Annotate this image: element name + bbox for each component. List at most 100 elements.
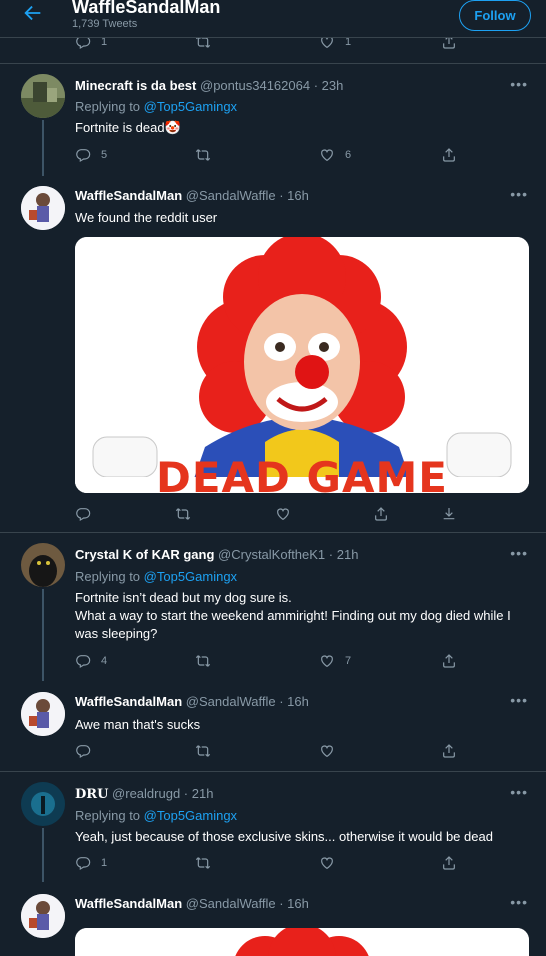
handle[interactable]: @pontus34162064 (200, 78, 310, 93)
download-button[interactable] (441, 506, 457, 522)
reply-icon (75, 743, 91, 759)
tweet[interactable]: WaffleSandalMan @SandalWaffle · 16h ••• … (0, 174, 546, 532)
dot-separator: · (180, 786, 192, 801)
display-name[interactable]: WaffleSandalMan (75, 896, 182, 911)
replying-to: Replying to @Top5Gamingx (75, 99, 238, 114)
timestamp[interactable]: 16h (287, 694, 309, 709)
retweet-button[interactable] (195, 855, 211, 871)
like-button[interactable] (275, 506, 291, 522)
tweet-actions (75, 506, 465, 524)
like-icon (319, 743, 335, 759)
more-options-icon[interactable]: ••• (510, 692, 528, 708)
retweet-button[interactable] (195, 653, 211, 669)
dot-separator: · (275, 896, 288, 911)
retweet-button[interactable] (195, 743, 211, 759)
like-button[interactable] (319, 743, 335, 759)
thread-line (42, 828, 44, 882)
handle[interactable]: @realdrugd (112, 786, 180, 801)
timestamp[interactable]: 21h (192, 786, 214, 801)
image-caption: DEAD GAME (155, 453, 448, 494)
replying-to: Replying to @Top5Gamingx (75, 808, 238, 823)
clown-image (75, 928, 529, 956)
tweet-text: Fortnite isn’t dead but my dog sure is. … (75, 589, 535, 643)
mention-link[interactable]: @Top5Gamingx (144, 808, 237, 823)
reply-icon (75, 506, 91, 522)
more-options-icon[interactable]: ••• (510, 76, 528, 92)
more-options-icon[interactable]: ••• (510, 545, 528, 561)
like-icon (319, 855, 335, 871)
like-button[interactable]: 6 (319, 147, 351, 163)
share-button[interactable] (441, 743, 457, 759)
dot-separator: · (275, 188, 288, 203)
display-name[interactable]: DRU (75, 787, 108, 802)
tweet-image[interactable] (75, 928, 529, 956)
dot-separator: · (275, 694, 288, 709)
more-options-icon[interactable]: ••• (510, 186, 528, 202)
mention-link[interactable]: @Top5Gamingx (144, 99, 237, 114)
share-icon (441, 653, 457, 669)
tweet[interactable]: Crystal K of KAR gang @CrystalKoftheK1 ·… (0, 533, 546, 681)
timestamp[interactable]: 21h (337, 547, 359, 562)
tweet[interactable]: WaffleSandalMan @SandalWaffle · 16h ••• … (0, 680, 546, 771)
share-button[interactable] (441, 147, 457, 163)
reply-button[interactable]: 1 (75, 855, 107, 871)
retweet-icon (195, 855, 211, 871)
display-name[interactable]: WaffleSandalMan (75, 188, 182, 203)
avatar[interactable] (21, 782, 65, 826)
avatar[interactable] (21, 186, 65, 230)
tweet-header: Minecraft is da best @pontus34162064 · 2… (75, 78, 343, 93)
handle[interactable]: @SandalWaffle (186, 188, 276, 203)
like-button[interactable] (319, 855, 335, 871)
tweet-text-line: Fortnite isn’t dead but my dog sure is. (75, 590, 292, 605)
timestamp[interactable]: 16h (287, 188, 309, 203)
reply-button[interactable]: 5 (75, 147, 107, 163)
handle[interactable]: @CrystalKoftheK1 (218, 547, 325, 562)
timestamp[interactable]: 23h (322, 78, 344, 93)
tweet[interactable]: DRU @realdrugd · 21h ••• Replying to @To… (0, 772, 546, 882)
thread-line (42, 120, 44, 176)
mention-link[interactable]: @Top5Gamingx (144, 569, 237, 584)
follow-button[interactable]: Follow (459, 0, 531, 31)
more-options-icon[interactable]: ••• (510, 894, 528, 910)
tweet-text: Fortnite is dead🤡 (75, 120, 181, 135)
share-icon (441, 147, 457, 163)
like-button[interactable]: 7 (319, 653, 351, 669)
more-options-icon[interactable]: ••• (510, 784, 528, 800)
avatar[interactable] (21, 543, 65, 587)
retweet-button[interactable] (195, 147, 211, 163)
share-button[interactable] (373, 506, 389, 522)
tweet-actions: 1 (75, 855, 465, 873)
tweet[interactable]: Minecraft is da best @pontus34162064 · 2… (0, 64, 546, 176)
tweet-header: Crystal K of KAR gang @CrystalKoftheK1 ·… (75, 547, 358, 562)
retweet-icon (195, 147, 211, 163)
avatar[interactable] (21, 894, 65, 938)
share-button[interactable] (441, 855, 457, 871)
display-name[interactable]: Crystal K of KAR gang (75, 547, 214, 562)
display-name[interactable]: WaffleSandalMan (75, 694, 182, 709)
profile-name: WaffleSandalMan (72, 0, 221, 17)
avatar[interactable] (21, 74, 65, 118)
tweet-header: DRU @realdrugd · 21h (75, 786, 213, 802)
back-arrow-icon[interactable] (22, 2, 46, 26)
handle[interactable]: @SandalWaffle (186, 896, 276, 911)
dot-separator: · (325, 547, 337, 562)
like-icon (319, 653, 335, 669)
tweet-text-line: What a way to start the weekend ammirigh… (75, 608, 511, 641)
tweet[interactable]: WaffleSandalMan @SandalWaffle · 16h ••• (0, 882, 546, 956)
tweet-text: Awe man that's sucks (75, 717, 201, 732)
avatar[interactable] (21, 692, 65, 736)
share-icon (373, 506, 389, 522)
display-name[interactable]: Minecraft is da best (75, 78, 196, 93)
tweet-image[interactable]: DEAD GAME (75, 237, 529, 493)
share-button[interactable] (441, 653, 457, 669)
handle[interactable]: @SandalWaffle (186, 694, 276, 709)
tweet-actions: 4 7 (75, 653, 465, 671)
reply-button[interactable] (75, 743, 91, 759)
reply-button[interactable]: 4 (75, 653, 107, 669)
like-icon (319, 147, 335, 163)
reply-icon (75, 147, 91, 163)
reply-button[interactable] (75, 506, 91, 522)
timestamp[interactable]: 16h (287, 896, 309, 911)
profile-header: WaffleSandalMan 1,739 Tweets Follow (0, 0, 546, 38)
retweet-button[interactable] (175, 506, 191, 522)
